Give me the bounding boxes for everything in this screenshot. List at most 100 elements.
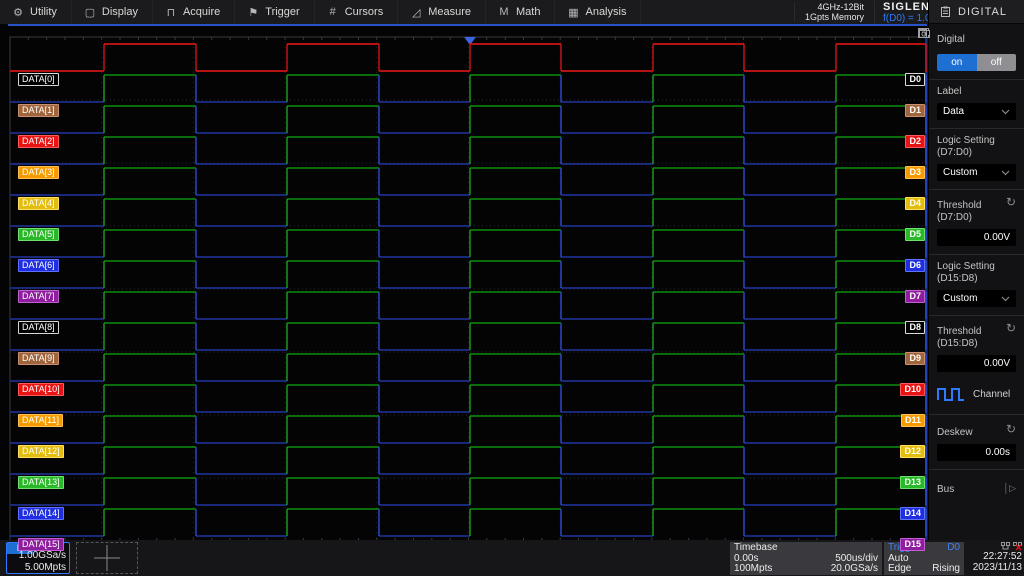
channel-label-D12[interactable]: DATA[12] <box>18 445 64 458</box>
thresh1-input[interactable]: 0.00V <box>937 229 1016 246</box>
menu-item-math[interactable]: MMath <box>486 0 555 24</box>
digital-panel: DIGITAL Digital on off Label Data Logic … <box>928 0 1024 540</box>
divider <box>929 414 1024 415</box>
menu-item-utility[interactable]: ⚙Utility <box>0 0 72 24</box>
channel-label-D0[interactable]: DATA[0] <box>18 73 59 86</box>
channel-label-D7[interactable]: DATA[7] <box>18 290 59 303</box>
thresh2-value: 0.00V <box>984 358 1010 369</box>
channel-badge-D2[interactable]: D2 <box>905 135 925 148</box>
bus-title: Bus <box>937 484 954 496</box>
menu-item-label: Math <box>516 6 540 18</box>
channel-badge-D12[interactable]: D12 <box>900 445 925 458</box>
channel-badge-D4[interactable]: D4 <box>905 197 925 210</box>
channel-label-D8[interactable]: DATA[8] <box>18 321 59 334</box>
menu-item-label: Measure <box>428 6 471 18</box>
ruler-icon: ◿ <box>410 6 422 19</box>
bus-row[interactable]: Bus │▷ <box>937 480 1016 496</box>
lan-icon <box>1001 542 1010 551</box>
menu-item-trigger[interactable]: ⚑Trigger <box>235 0 314 24</box>
refresh-icon[interactable]: ↻ <box>1006 423 1016 435</box>
refresh-icon[interactable]: ↻ <box>1006 322 1016 334</box>
thresh1-value: 0.00V <box>984 232 1010 243</box>
logic2-select[interactable]: Custom <box>937 290 1016 307</box>
channel-badge-D13[interactable]: D13 <box>900 476 925 489</box>
channel-label-D11[interactable]: DATA[11] <box>18 414 63 427</box>
digital-on-button[interactable]: on <box>937 54 977 71</box>
menu-item-display[interactable]: ▢Display <box>72 0 153 24</box>
waveform-area[interactable]: DATA[0] D0 DATA[1] D1 DATA[2] D2 DATA[3] D3 DATA… <box>0 24 928 540</box>
channel-badge-D15[interactable]: D15 <box>900 538 925 551</box>
hash-icon: # <box>327 6 339 18</box>
logic2-title: Logic Setting <box>937 261 1016 273</box>
logic2-sub: (D15:D8) <box>937 273 1016 285</box>
divider <box>929 315 1024 316</box>
channel-label-D13[interactable]: DATA[13] <box>18 476 64 489</box>
refresh-icon[interactable]: ↻ <box>1006 196 1016 208</box>
channel-label-D9[interactable]: DATA[9] <box>18 352 59 365</box>
menu-item-label: Cursors <box>345 6 384 18</box>
menu-item-cursors[interactable]: # Cursors <box>315 0 399 24</box>
timebase-rate: 20.0GSa/s <box>831 564 878 575</box>
chevron-down-icon <box>1001 109 1010 115</box>
logic1-sub: (D7:D0) <box>937 147 1016 159</box>
clock-box[interactable]: 22:27:52 2023/11/13 <box>964 542 1022 575</box>
logic1-select-value: Custom <box>943 167 977 178</box>
channel-badge-D7[interactable]: D7 <box>905 290 925 303</box>
clock-time: 22:27:52 <box>964 551 1022 562</box>
label-select[interactable]: Data <box>937 103 1016 120</box>
menu-item-label: Analysis <box>585 6 626 18</box>
channel-badge-D11[interactable]: D11 <box>901 414 925 427</box>
add-channel-button[interactable] <box>76 542 138 574</box>
trigger-type: Edge <box>888 564 911 575</box>
thresh1-title: Threshold <box>937 200 981 212</box>
monitor-icon: ▢ <box>84 6 96 19</box>
channel-badge-D5[interactable]: D5 <box>905 228 925 241</box>
channel-badge-D0[interactable]: D0 <box>905 73 925 86</box>
flip-page-icon[interactable] <box>918 28 928 39</box>
digital-label: Digital <box>937 34 1016 46</box>
channel-row[interactable]: Channel <box>937 386 1016 402</box>
channel-label-D6[interactable]: DATA[6] <box>18 259 59 272</box>
channel-badge-D8[interactable]: D8 <box>905 321 925 334</box>
channel-label-D10[interactable]: DATA[10] <box>18 383 64 396</box>
channel-badge-D14[interactable]: D14 <box>900 507 925 520</box>
label-section-title: Label <box>937 86 1016 98</box>
timebase-box[interactable]: Timebase 0.00s 500us/div 100Mpts 20.0GSa… <box>730 542 882 575</box>
thresh2-title: Threshold <box>937 326 981 338</box>
channel-badge-D9[interactable]: D9 <box>905 352 925 365</box>
channel-badge-D10[interactable]: D10 <box>900 383 925 396</box>
channel-label-D3[interactable]: DATA[3] <box>18 166 59 179</box>
channel-label-D4[interactable]: DATA[4] <box>18 197 59 210</box>
divider <box>929 79 1024 80</box>
menu-item-acquire[interactable]: ⊓Acquire <box>153 0 235 24</box>
channel-badge-D6[interactable]: D6 <box>905 259 925 272</box>
timebase-title: Timebase <box>734 543 778 554</box>
thresh1-sub: (D7:D0) <box>937 212 981 224</box>
digital-off-button[interactable]: off <box>977 54 1017 71</box>
menu-item-analysis[interactable]: ▦Analysis <box>555 0 641 24</box>
channel-badge-D1[interactable]: D1 <box>905 104 925 117</box>
lan-error-icon <box>1013 542 1022 551</box>
panel-title: DIGITAL <box>958 6 1007 18</box>
channel-label-D14[interactable]: DATA[14] <box>18 507 64 520</box>
deskew-input[interactable]: 0.00s <box>937 444 1016 461</box>
channel-badge-D3[interactable]: D3 <box>905 166 925 179</box>
menu-items: ⚙Utility▢Display⊓Acquire⚑Trigger # Cursors… <box>0 0 641 24</box>
logic1-select[interactable]: Custom <box>937 164 1016 181</box>
menu-item-label: Acquire <box>183 6 220 18</box>
expand-icon: │▷ <box>1003 483 1016 494</box>
menu-item-measure[interactable]: ◿ Measure <box>398 0 486 24</box>
clock-date: 2023/11/13 <box>964 562 1022 573</box>
channel-label-D15[interactable]: DATA[15] <box>18 538 64 551</box>
deskew-title: Deskew <box>937 427 973 439</box>
plus-icon <box>94 545 120 571</box>
logic2-select-value: Custom <box>943 293 977 304</box>
channel-label-D2[interactable]: DATA[2] <box>18 135 59 148</box>
thresh2-input[interactable]: 0.00V <box>937 355 1016 372</box>
bottombar: D 1.00GSa/s 5.00Mpts Timebase 0.00s 500u… <box>0 540 1024 576</box>
divider <box>929 254 1024 255</box>
panel-header: DIGITAL <box>929 0 1024 24</box>
channel-label-D5[interactable]: DATA[5] <box>18 228 59 241</box>
channel-label-D1[interactable]: DATA[1] <box>18 104 59 117</box>
oscilloscope-screen: ⚙Utility▢Display⊓Acquire⚑Trigger # Cursors… <box>0 0 1024 576</box>
